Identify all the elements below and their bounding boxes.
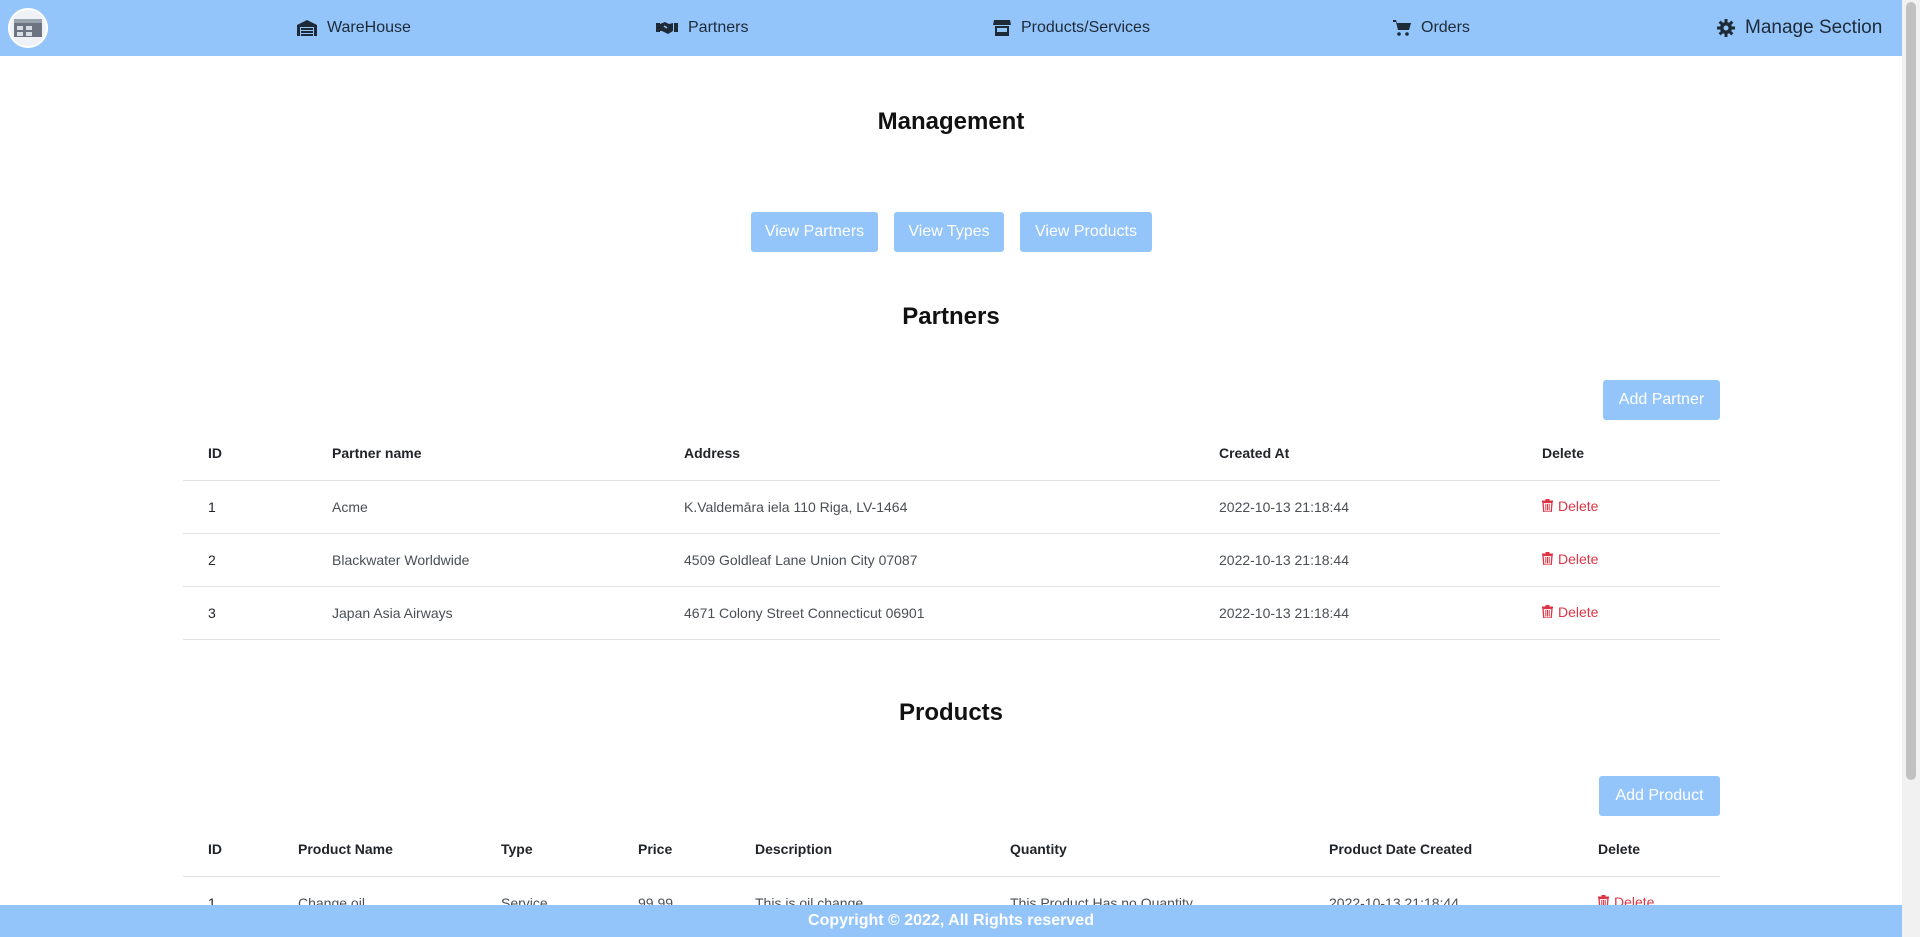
table-row: 2 Blackwater Worldwide 4509 Goldleaf Lan… [183, 532, 1720, 586]
nav-label: Products/Services [1021, 19, 1150, 36]
warehouse-logo[interactable] [8, 8, 48, 48]
column-header: Address [684, 445, 741, 462]
partners-table: ID Partner name Address Created At Delet… [183, 427, 1720, 640]
delete-link[interactable]: Delete [1542, 498, 1598, 514]
cell-created-at: 2022-10-13 21:18:44 [1194, 532, 1517, 586]
cell-partner-name: Acme [307, 479, 659, 533]
delete-link[interactable]: Delete [1542, 604, 1598, 620]
nav-label: Orders [1421, 19, 1470, 36]
nav-orders[interactable]: Orders [1393, 0, 1470, 56]
column-header: Partner name [332, 445, 422, 462]
nav-products-services[interactable]: Products/Services [993, 0, 1150, 56]
column-header: ID [208, 841, 222, 858]
footer: Copyright © 2022, All Rights reserved [0, 905, 1902, 937]
trash-icon [1542, 552, 1553, 566]
column-header: Type [501, 841, 533, 858]
cell-partner-name: Blackwater Worldwide [307, 532, 659, 586]
cell-delete: Delete [1517, 532, 1720, 586]
management-title: Management [877, 108, 1025, 135]
partners-table-header: ID Partner name Address Created At Delet… [183, 427, 1720, 480]
column-header: Delete [1542, 445, 1585, 462]
cart-icon [1393, 20, 1411, 36]
cell-address: 4671 Colony Street Connecticut 06901 [659, 585, 1194, 640]
delete-label: Delete [1558, 497, 1599, 514]
table-row: 3 Japan Asia Airways 4671 Colony Street … [183, 585, 1720, 640]
cell-address: K.Valdemāra iela 110 Riga, LV-1464 [659, 479, 1194, 533]
cell-address: 4509 Goldleaf Lane Union City 07087 [659, 532, 1194, 586]
view-partners-button[interactable]: View Partners [751, 212, 878, 252]
column-header: Delete [1598, 841, 1641, 858]
nav-label: Manage Section [1745, 17, 1883, 38]
table-row: 1 Acme K.Valdemāra iela 110 Riga, LV-146… [183, 479, 1720, 533]
nav-label: WareHouse [327, 19, 411, 36]
column-header: Price [638, 841, 673, 858]
cell-id: 1 [183, 479, 307, 533]
products-table-header: ID Product Name Type Price Description Q… [183, 823, 1720, 876]
handshake-icon [656, 22, 678, 34]
view-products-button[interactable]: View Products [1020, 212, 1152, 252]
cell-delete: Delete [1517, 479, 1720, 533]
delete-label: Delete [1558, 603, 1599, 620]
nav-warehouse[interactable]: WareHouse [297, 0, 411, 56]
cell-id: 2 [183, 532, 307, 586]
top-navbar: WareHouse Partners Products/Services Ord… [0, 0, 1902, 56]
column-header: Created At [1219, 445, 1290, 462]
cell-delete: Delete [1517, 585, 1720, 640]
cell-created-at: 2022-10-13 21:18:44 [1194, 479, 1517, 533]
cell-id: 3 [183, 585, 307, 640]
column-header: Quantity [1010, 841, 1067, 858]
nav-partners[interactable]: Partners [656, 0, 748, 56]
warehouse-icon [297, 20, 317, 36]
view-types-button[interactable]: View Types [894, 212, 1004, 252]
column-header: Product Date Created [1329, 841, 1473, 858]
gear-icon [1717, 19, 1735, 37]
copyright-text: Copyright © 2022, All Rights reserved [808, 912, 1094, 929]
nav-manage-section[interactable]: Manage Section [1717, 0, 1882, 56]
add-partner-button[interactable]: Add Partner [1603, 380, 1720, 420]
cell-partner-name: Japan Asia Airways [307, 585, 659, 640]
add-product-button[interactable]: Add Product [1599, 776, 1720, 816]
nav-label: Partners [688, 19, 749, 36]
column-header: ID [208, 445, 222, 462]
column-header: Product Name [298, 841, 393, 858]
scrollbar-thumb[interactable] [1906, 2, 1916, 780]
column-header: Description [755, 841, 833, 858]
trash-icon [1542, 499, 1553, 513]
delete-link[interactable]: Delete [1542, 551, 1598, 567]
store-icon [993, 20, 1011, 36]
delete-label: Delete [1558, 550, 1599, 567]
cell-created-at: 2022-10-13 21:18:44 [1194, 585, 1517, 640]
trash-icon [1542, 605, 1553, 619]
partners-title: Partners [902, 303, 1000, 330]
products-title: Products [898, 699, 1003, 726]
